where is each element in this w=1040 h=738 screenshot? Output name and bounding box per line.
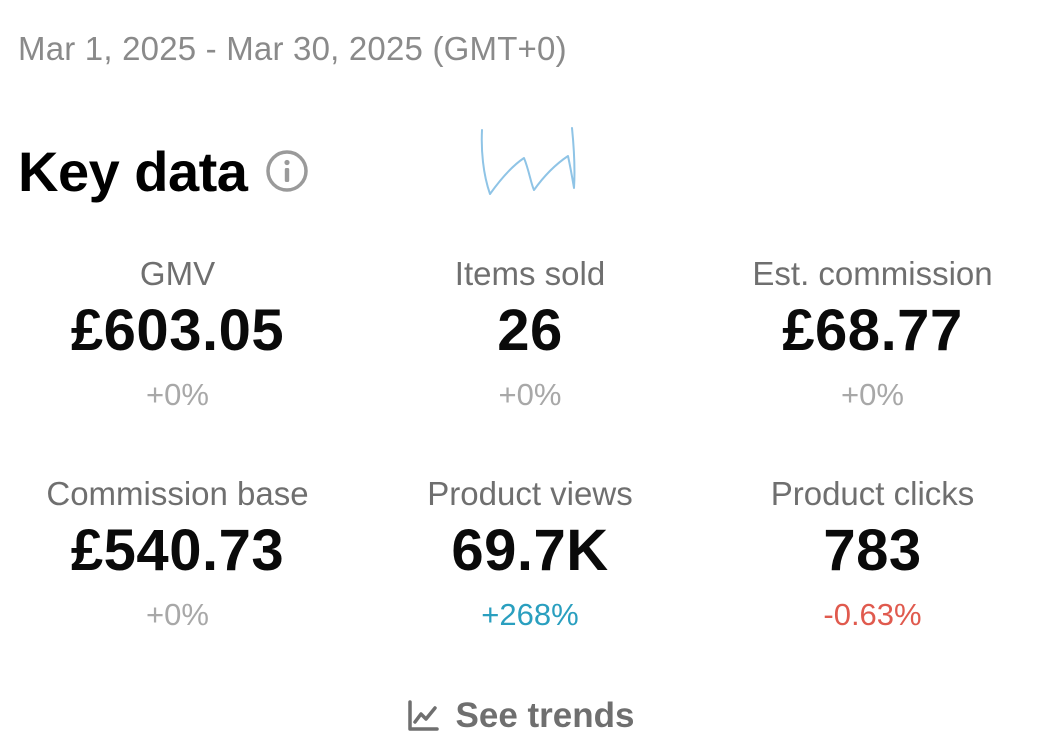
metric-value: £603.05 (70, 298, 285, 363)
metric-product-clicks[interactable]: Product clicks 783 -0.63% (705, 472, 1040, 692)
metric-change: +0% (841, 377, 904, 412)
metric-value: £540.73 (70, 518, 285, 583)
line-chart-icon (406, 699, 440, 733)
metric-change: -0.63% (823, 597, 922, 632)
metric-label: Product clicks (770, 475, 975, 512)
metric-label: Items sold (454, 255, 606, 292)
date-range: Mar 1, 2025 - Mar 30, 2025 (GMT+0) (18, 30, 567, 67)
metric-change: +0% (498, 377, 562, 412)
metric-label: Commission base (46, 475, 309, 512)
metrics-grid: GMV £603.05 +0% Items sold 26 +0% Est. c… (0, 252, 1040, 692)
metric-value: 69.7K (451, 518, 609, 583)
metric-label: GMV (139, 255, 216, 292)
metric-label: Product views (427, 475, 633, 512)
key-data-header: Key data (18, 136, 309, 206)
metric-value: £68.77 (782, 298, 963, 363)
metric-change: +268% (481, 597, 579, 632)
see-trends-button[interactable]: See trends (0, 694, 1040, 738)
metric-change: +0% (146, 377, 209, 412)
metric-label: Est. commission (752, 255, 993, 292)
see-trends-label: See trends (455, 696, 635, 735)
metric-product-views[interactable]: Product views 69.7K +268% (355, 472, 705, 692)
pen-scribble (480, 127, 576, 195)
metric-value: 783 (823, 518, 922, 583)
metric-gmv[interactable]: GMV £603.05 +0% (0, 252, 355, 472)
info-icon[interactable] (265, 149, 309, 193)
page-title: Key data (18, 139, 248, 203)
metric-commission-base[interactable]: Commission base £540.73 +0% (0, 472, 355, 692)
metric-value: 26 (497, 298, 563, 363)
metric-items-sold[interactable]: Items sold 26 +0% (355, 252, 705, 472)
metric-change: +0% (146, 597, 209, 632)
metric-est-commission[interactable]: Est. commission £68.77 +0% (705, 252, 1040, 472)
